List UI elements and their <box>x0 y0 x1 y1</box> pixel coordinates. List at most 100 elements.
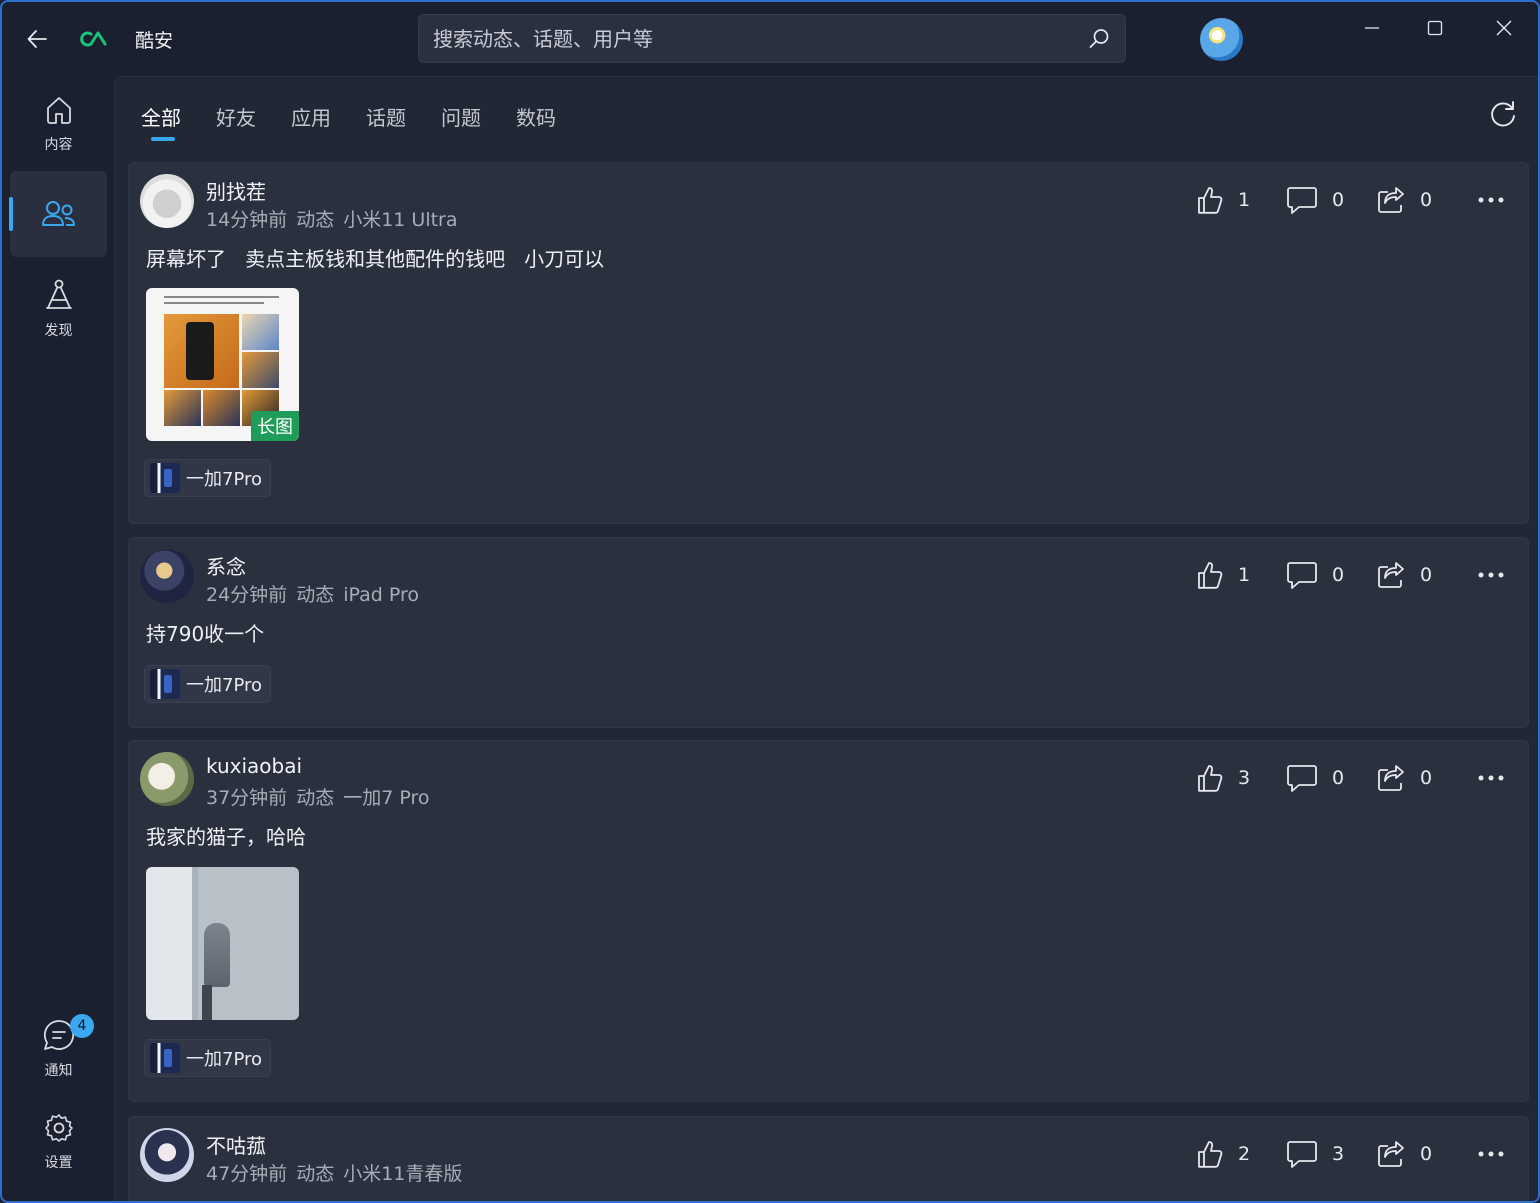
sidebar-item-friends[interactable] <box>9 171 107 257</box>
like-button[interactable]: 1 <box>1196 560 1286 590</box>
image-photo <box>203 390 240 426</box>
close-button[interactable] <box>1481 10 1527 46</box>
device-tag[interactable]: 一加7Pro <box>144 665 272 703</box>
image-photo <box>242 314 279 350</box>
comment-icon <box>1287 187 1317 214</box>
sidebar-item-discover[interactable]: 发现 <box>10 266 107 352</box>
like-button[interactable]: 1 <box>1196 185 1286 215</box>
comment-button[interactable]: 0 <box>1286 763 1376 793</box>
share-button[interactable]: 0 <box>1376 560 1466 590</box>
minimize-button[interactable] <box>1349 10 1395 46</box>
post-card[interactable]: kuxiaobai 37分钟前 动态 一加7 Pro 3 0 0 我家的猫子，哈哈 … <box>128 740 1529 1102</box>
tab-label: 好友 <box>216 106 256 130</box>
comment-count: 0 <box>1332 767 1345 789</box>
user-avatar[interactable] <box>1200 18 1243 61</box>
post-card[interactable]: 不咕菰 47分钟前 动态 小米11青春版 2 3 0 <box>128 1116 1529 1201</box>
post-username[interactable]: 系念 <box>206 551 246 580</box>
more-options-button[interactable] <box>1476 560 1506 590</box>
post-time: 37分钟前 <box>206 787 288 809</box>
tab-digital[interactable]: 数码 <box>516 99 556 149</box>
tab-label: 话题 <box>366 106 406 130</box>
share-count: 0 <box>1420 1143 1433 1165</box>
comment-count: 3 <box>1332 1143 1345 1165</box>
more-options-button[interactable] <box>1476 185 1506 215</box>
more-options-button[interactable] <box>1476 1139 1506 1169</box>
share-count: 0 <box>1420 189 1433 211</box>
tab-topics[interactable]: 话题 <box>366 99 406 149</box>
like-count: 3 <box>1238 767 1251 789</box>
post-card[interactable]: 系念 24分钟前 动态 iPad Pro 1 0 0 持790收一个 一加7Pro <box>128 537 1529 728</box>
share-icon <box>1378 765 1404 791</box>
tab-apps[interactable]: 应用 <box>291 99 331 149</box>
post-avatar[interactable] <box>140 174 194 228</box>
post-avatar[interactable] <box>140 549 194 603</box>
post-username[interactable]: 不咕菰 <box>206 1130 266 1159</box>
share-button[interactable]: 0 <box>1376 185 1466 215</box>
post-avatar[interactable] <box>140 752 194 806</box>
post-username[interactable]: kuxiaobai <box>206 754 302 778</box>
more-icon <box>1478 572 1504 578</box>
post-image[interactable]: 长图 <box>146 288 299 441</box>
post-avatar[interactable] <box>140 1128 194 1182</box>
sidebar-item-notifications[interactable]: 4 通知 <box>10 1006 107 1092</box>
comment-count: 0 <box>1332 189 1345 211</box>
cat-figure <box>204 923 230 987</box>
like-button[interactable]: 2 <box>1196 1139 1286 1169</box>
image-photo <box>164 390 201 426</box>
sidebar: 内容 发现 4 通知 设置 <box>2 76 114 1201</box>
post-device: iPad Pro <box>343 584 419 606</box>
device-tag[interactable]: 一加7Pro <box>144 1039 272 1077</box>
post-meta: 47分钟前 动态 小米11青春版 <box>206 1159 471 1186</box>
sidebar-item-content[interactable]: 内容 <box>10 81 107 167</box>
post-type: 动态 <box>296 584 335 606</box>
share-icon <box>1378 562 1404 588</box>
device-tag[interactable]: 一加7Pro <box>144 459 272 497</box>
comment-button[interactable]: 0 <box>1286 560 1376 590</box>
post-image[interactable] <box>146 867 299 1020</box>
long-image-tag: 长图 <box>251 411 299 441</box>
back-button[interactable] <box>22 24 52 54</box>
feed-tabs: 全部 好友 应用 话题 问题 数码 <box>141 99 591 149</box>
device-thumb <box>150 1043 180 1073</box>
coolapk-logo-icon <box>78 26 110 52</box>
post-device: 小米11青春版 <box>343 1163 463 1185</box>
comment-icon <box>1287 765 1317 792</box>
share-button[interactable]: 0 <box>1376 1139 1466 1169</box>
sidebar-item-label: 发现 <box>44 323 73 339</box>
tab-friends[interactable]: 好友 <box>216 99 256 149</box>
tab-questions[interactable]: 问题 <box>441 99 481 149</box>
post-text: 我家的猫子，哈哈 <box>146 825 306 849</box>
comment-button[interactable]: 0 <box>1286 185 1376 215</box>
more-icon <box>1478 197 1504 203</box>
search-icon[interactable] <box>1087 27 1111 51</box>
device-tag-label: 一加7Pro <box>186 675 263 696</box>
like-count: 2 <box>1238 1143 1251 1165</box>
post-type: 动态 <box>296 209 335 231</box>
comment-button[interactable]: 3 <box>1286 1139 1376 1169</box>
search-input[interactable] <box>433 15 1073 62</box>
tab-all[interactable]: 全部 <box>141 99 181 149</box>
back-arrow-icon <box>27 30 47 48</box>
post-time: 47分钟前 <box>206 1163 288 1185</box>
post-username[interactable]: 别找茬 <box>206 176 266 205</box>
device-thumb <box>150 669 180 699</box>
post-text: 屏幕坏了 卖点主板钱和其他配件的钱吧 小刀可以 <box>146 247 605 271</box>
tab-label: 应用 <box>291 106 331 130</box>
post-time: 24分钟前 <box>206 584 288 606</box>
active-indicator <box>9 197 13 231</box>
maximize-button[interactable] <box>1412 10 1458 46</box>
search-box[interactable] <box>418 14 1126 63</box>
more-options-button[interactable] <box>1476 763 1506 793</box>
post-card[interactable]: 别找茬 14分钟前 动态 小米11 Ultra 1 0 0 屏幕坏了 卖点主板钱和其… <box>128 162 1529 524</box>
share-icon <box>1378 1141 1404 1167</box>
device-thumb <box>150 463 180 493</box>
share-button[interactable]: 0 <box>1376 763 1466 793</box>
post-time: 14分钟前 <box>206 209 288 231</box>
people-icon <box>41 201 75 226</box>
share-icon <box>1378 187 1404 213</box>
sidebar-item-settings[interactable]: 设置 <box>10 1099 107 1185</box>
like-button[interactable]: 3 <box>1196 763 1286 793</box>
sidebar-item-label: 内容 <box>44 137 73 153</box>
post-device: 小米11 Ultra <box>343 209 458 231</box>
refresh-icon[interactable] <box>1488 99 1518 129</box>
